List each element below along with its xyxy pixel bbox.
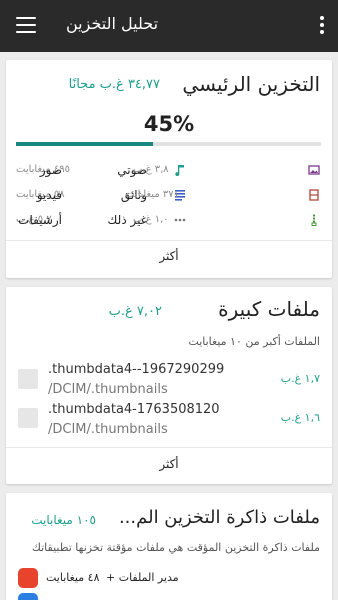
app-bar: تحليل التخزين — [0, 0, 338, 52]
main-storage-more-button[interactable]: أكثر — [6, 249, 332, 263]
cache-app-size: ٤٨ ميغابايت — [46, 571, 100, 584]
file-name[interactable]: .thumbdata4--1967290299 — [48, 362, 224, 377]
divider — [6, 240, 332, 241]
large-files-more-button[interactable]: أكثر — [6, 457, 332, 471]
category-label-archives[interactable]: أرشيفات — [18, 213, 62, 227]
storage-progress-bar — [16, 142, 321, 146]
hamburger-menu-icon[interactable] — [16, 17, 36, 33]
app-icon — [18, 568, 38, 588]
category-size-archives: ١,٠ غ.ب — [133, 214, 169, 225]
file-icon — [18, 408, 38, 428]
cache-files-description: ملفات ذاكرة التخزين المؤقت هي ملفات مؤقت… — [31, 541, 320, 554]
category-label-images[interactable]: صور — [40, 163, 62, 177]
archive-zipper-icon — [311, 214, 317, 226]
main-storage-card[interactable]: التخزين الرئيسي ٣٤,٧٧ غ.ب مجانًا 45% ٤٩٥… — [6, 60, 332, 278]
large-files-title: ملفات كبيرة — [218, 297, 320, 321]
category-size-video: ٣٧١ ميغابايت — [125, 189, 179, 200]
film-icon — [309, 189, 319, 201]
app-icon — [18, 593, 38, 600]
image-icon — [18, 164, 30, 176]
file-size: ١,٦ غ.ب — [280, 411, 320, 424]
large-files-total: ٧,٠٢ غ.ب — [108, 304, 162, 319]
file-name[interactable]: .thumbdata4-1763508120 — [48, 402, 220, 417]
page-title: تحليل التخزين — [66, 14, 159, 33]
cache-files-card[interactable]: ملفات ذاكرة التخزين الم... ١٠٥ ميغابايت … — [6, 493, 332, 600]
file-size: ١,٧ غ.ب — [280, 372, 320, 385]
file-path: /DCIM/.thumbnails — [48, 382, 168, 397]
image-icon — [308, 165, 320, 175]
cache-files-total: ١٠٥ ميغابايت — [31, 513, 96, 527]
more-vertical-icon[interactable] — [320, 16, 324, 34]
main-storage-title: التخزين الرئيسي — [182, 72, 320, 96]
free-space-label: ٣٤,٧٧ غ.ب مجانًا — [68, 77, 160, 92]
used-percent: 45% — [143, 112, 195, 136]
cache-app-name[interactable]: مدير الملفات + — [106, 571, 179, 584]
divider — [6, 447, 332, 448]
large-files-description: الملفات أكبر من ١٠ ميغابايت — [188, 335, 320, 348]
category-label-video[interactable]: فيديو — [37, 188, 62, 202]
music-note-icon — [175, 165, 184, 176]
file-icon — [18, 369, 38, 389]
category-size-images: ٣,٨ غ.ب — [133, 164, 169, 175]
file-path: /DCIM/.thumbnails — [48, 422, 168, 437]
large-files-card[interactable]: ملفات كبيرة ٧,٠٢ غ.ب الملفات أكبر من ١٠ … — [6, 287, 332, 484]
dots-horizontal-icon — [174, 218, 186, 222]
cache-files-title: ملفات ذاكرة التخزين الم... — [118, 507, 320, 528]
